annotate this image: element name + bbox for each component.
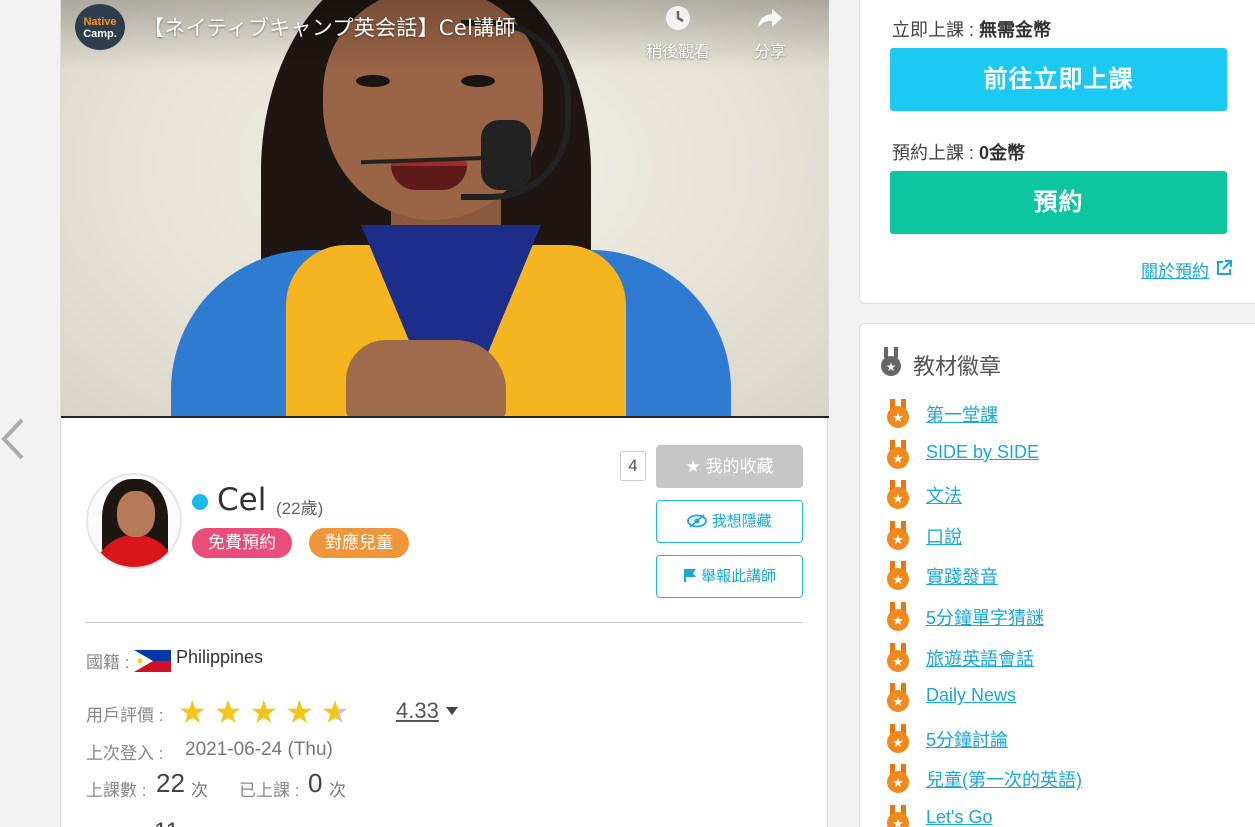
nationality-label: 國籍 : xyxy=(86,653,130,672)
badges-card xyxy=(859,323,1255,827)
medal-icon: ★ xyxy=(885,399,911,434)
lesson-count-unit: 次 xyxy=(191,781,208,800)
lesson-count-label: 上課數 : xyxy=(86,781,147,800)
badge-link[interactable]: 兒童(第一次的英語) xyxy=(926,766,1082,792)
medal-icon: ★ xyxy=(881,347,901,376)
instant-lesson-button[interactable]: 前往立即上課 xyxy=(890,48,1227,111)
medal-icon: ★ xyxy=(885,723,911,759)
medal-icon: ★ xyxy=(885,561,911,596)
flag-icon xyxy=(683,569,696,582)
star-icon: ★ xyxy=(285,694,321,730)
kids-support-tag: 對應兒童 xyxy=(309,528,409,558)
video-title[interactable]: 【ネイティブキャンプ英会話】Cel講師 xyxy=(143,12,516,42)
reserve-lesson-label: 預約上課 : 0金幣 xyxy=(892,143,1026,163)
rating-stars: ★★★★★ xyxy=(178,696,356,728)
svg-text:★: ★ xyxy=(892,614,904,629)
medal-icon: ★ xyxy=(885,764,911,799)
svg-text:★: ★ xyxy=(892,776,904,791)
badge-link[interactable]: 實踐發音 xyxy=(926,563,998,589)
reserve-button[interactable]: 預約 xyxy=(890,171,1227,234)
medal-icon: ★ xyxy=(885,683,911,718)
instant-lesson-cost: 無需金幣 xyxy=(979,20,1052,40)
badge-link[interactable]: 第一堂課 xyxy=(926,401,998,427)
teacher-name: Cel xyxy=(217,482,267,518)
taken-lessons-unit: 次 xyxy=(329,781,346,800)
favorite-button[interactable]: ★ 我的收藏 xyxy=(656,445,803,488)
badge-link[interactable]: SIDE by SIDE xyxy=(926,442,1039,463)
teacher-avatar xyxy=(86,473,182,569)
rating-label: 用戶評價 : xyxy=(86,706,164,725)
nationality-value: Philippines xyxy=(176,647,264,667)
medal-icon: ★ xyxy=(885,805,911,827)
reserve-lesson-cost: 0金幣 xyxy=(979,143,1026,163)
teacher-profile-card: Native Camp. 【ネイティブキャンプ英会話】Cel講師 稍後觀看 分享… xyxy=(60,0,829,827)
svg-text:★: ★ xyxy=(892,533,904,548)
svg-text:★: ★ xyxy=(892,736,904,751)
star-icon: ★ xyxy=(213,694,250,730)
badge-link[interactable]: 5分鐘單字猜謎 xyxy=(926,604,1044,630)
star-icon: ★ xyxy=(685,457,701,476)
intro-video-player[interactable]: Native Camp. 【ネイティブキャンプ英会話】Cel講師 稍後觀看 分享 xyxy=(61,0,829,418)
badge-link[interactable]: 文法 xyxy=(926,482,962,508)
medal-icon: ★ xyxy=(885,520,911,556)
caret-down-icon[interactable] xyxy=(446,707,458,715)
favorite-count: 4 xyxy=(620,451,646,481)
clock-icon xyxy=(666,6,690,30)
medal-icon: ★ xyxy=(885,602,911,637)
hide-teacher-button[interactable]: 我想隱藏 xyxy=(656,500,803,543)
badge-link[interactable]: Let's Go xyxy=(926,807,992,827)
teacher-age: (22歲) xyxy=(276,499,324,518)
svg-text:★: ★ xyxy=(892,452,904,467)
share-icon xyxy=(758,9,782,28)
previous-arrow-icon[interactable] xyxy=(0,418,26,460)
report-teacher-button[interactable]: 舉報此講師 xyxy=(656,555,803,598)
philippines-flag-icon xyxy=(134,650,171,672)
partial-value: 11 xyxy=(154,818,179,827)
star-icon: ★ xyxy=(249,694,286,730)
online-status-indicator xyxy=(192,494,208,510)
svg-text:★: ★ xyxy=(892,655,904,670)
badge-link[interactable]: Daily News xyxy=(926,685,1016,706)
rating-value[interactable]: 4.33 xyxy=(396,698,439,724)
medal-icon: ★ xyxy=(885,439,911,475)
instant-lesson-label: 立即上課 : 無需金幣 xyxy=(892,20,1052,40)
badge-link[interactable]: 5分鐘討論 xyxy=(926,726,1008,752)
medal-icon: ★ xyxy=(885,642,911,678)
half-star-icon: ★ xyxy=(320,694,357,730)
badge-link[interactable]: 旅遊英語會話 xyxy=(926,645,1034,671)
about-reservation-link[interactable]: 關於預約 xyxy=(1141,257,1209,282)
share-button[interactable]: 分享 xyxy=(754,4,786,62)
svg-text:★: ★ xyxy=(892,817,904,827)
medal-icon: ★ xyxy=(885,480,911,515)
external-link-icon[interactable] xyxy=(1215,259,1233,277)
badges-title: 教材徽章 xyxy=(913,355,1002,380)
badge-link[interactable]: 口說 xyxy=(926,523,962,549)
eye-slash-icon xyxy=(687,514,708,528)
taken-lessons-value: 0 xyxy=(308,768,323,798)
svg-text:★: ★ xyxy=(892,411,904,426)
channel-logo[interactable]: Native Camp. xyxy=(75,4,125,50)
svg-text:★: ★ xyxy=(892,695,904,710)
lesson-count-value: 22 xyxy=(156,768,185,798)
free-reservation-tag: 免費預約 xyxy=(192,528,292,558)
last-login-label: 上次登入 : xyxy=(86,744,164,763)
svg-text:★: ★ xyxy=(892,492,904,507)
svg-text:★: ★ xyxy=(892,573,904,588)
watch-later-button[interactable]: 稍後觀看 xyxy=(646,4,710,62)
last-login-value: 2021-06-24 (Thu) xyxy=(185,739,333,760)
divider xyxy=(86,622,803,623)
svg-text:★: ★ xyxy=(886,360,897,374)
taken-lessons-label: 已上課 : xyxy=(239,781,300,800)
star-icon: ★ xyxy=(178,694,214,730)
